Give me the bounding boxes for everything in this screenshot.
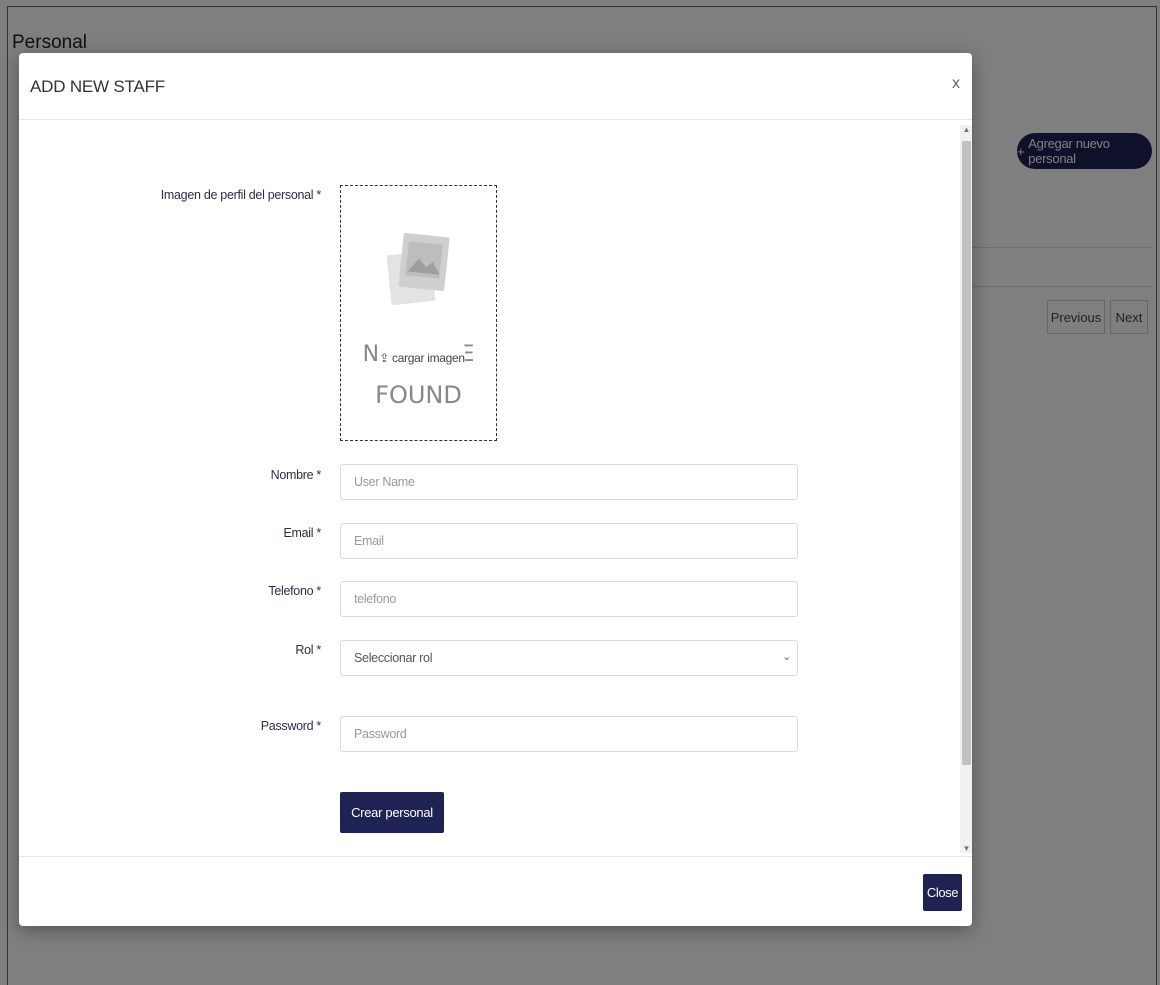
found-text: FOUND bbox=[375, 381, 462, 409]
scroll-down-icon[interactable]: ▼ bbox=[962, 844, 971, 853]
modal-title: ADD NEW STAFF bbox=[30, 77, 165, 96]
modal-header: ADD NEW STAFF x bbox=[19, 53, 972, 120]
profile-image-label: Imagen de perfil del personal * bbox=[160, 188, 322, 202]
email-label: Email * bbox=[283, 526, 322, 540]
telefono-input[interactable] bbox=[340, 581, 798, 617]
upload-image-button[interactable]: ⇪ cargar imagen bbox=[379, 344, 465, 372]
modal-footer: Close bbox=[19, 856, 972, 926]
nombre-input[interactable] bbox=[340, 464, 798, 500]
email-input[interactable] bbox=[340, 523, 798, 559]
scroll-thumb[interactable] bbox=[962, 141, 971, 765]
rol-select[interactable]: Seleccionar rol ⌄ bbox=[340, 640, 798, 676]
nombre-label: Nombre * bbox=[270, 468, 322, 482]
chevron-down-icon: ⌄ bbox=[782, 651, 791, 663]
profile-image-dropzone[interactable]: NO IMAGE FOUND ⇪ cargar imagen bbox=[340, 185, 497, 441]
upload-label: cargar imagen bbox=[391, 351, 465, 365]
modal-scrollbar[interactable]: ▲ ▼ bbox=[960, 125, 972, 853]
image-placeholder-icon bbox=[387, 232, 450, 305]
rol-label: Rol * bbox=[295, 643, 321, 657]
scroll-up-icon[interactable]: ▲ bbox=[962, 125, 971, 134]
create-staff-button[interactable]: Crear personal bbox=[340, 792, 444, 833]
close-button[interactable]: Close bbox=[923, 874, 962, 911]
modal-body: Imagen de perfil del personal * NO IMAGE… bbox=[19, 121, 972, 856]
close-icon[interactable]: x bbox=[952, 75, 960, 93]
add-staff-modal: ADD NEW STAFF x Imagen de perfil del per… bbox=[19, 53, 972, 926]
rol-selected-value: Seleccionar rol bbox=[354, 651, 433, 665]
password-label: Password * bbox=[260, 719, 322, 733]
password-input[interactable] bbox=[340, 716, 798, 752]
upload-icon: ⇪ bbox=[379, 351, 389, 365]
telefono-label: Telefono * bbox=[268, 584, 321, 598]
